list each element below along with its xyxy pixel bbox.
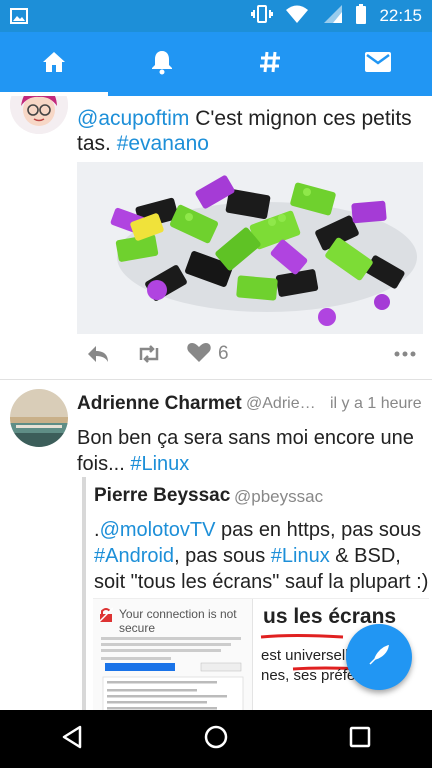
mention-link[interactable]: @acupoftim <box>77 107 189 130</box>
avatar[interactable] <box>10 389 68 447</box>
home-icon <box>41 50 67 78</box>
system-navigation-bar <box>0 710 432 768</box>
retweet-icon[interactable] <box>136 344 186 364</box>
broken-lock-icon <box>98 607 114 627</box>
tab-trends[interactable] <box>216 32 324 96</box>
quoted-tweet-text: .@molotovTV pas en https, pas sous #Andr… <box>94 519 429 593</box>
author-name[interactable]: Adrienne Charmet <box>77 393 242 415</box>
image-icon <box>10 8 28 28</box>
reply-icon[interactable] <box>86 344 136 364</box>
hashtag-link[interactable]: #evanano <box>117 132 209 155</box>
feather-icon <box>367 643 391 671</box>
tweet-text: Bon ben ça sera sans moi encore une fois… <box>77 427 414 475</box>
back-button[interactable] <box>42 710 102 768</box>
mail-icon <box>364 51 392 77</box>
recents-button[interactable] <box>330 710 390 768</box>
hashtag-link[interactable]: #Linux <box>130 453 189 475</box>
tab-notifications[interactable] <box>108 32 216 96</box>
tweet[interactable]: @acupoftim C'est mignon ces petits tas. … <box>0 96 432 376</box>
home-button[interactable] <box>186 710 246 768</box>
signal-icon <box>321 4 343 28</box>
tweet-timestamp: il y a 1 heure <box>330 395 422 412</box>
tweet-photo[interactable] <box>77 162 423 334</box>
compose-tweet-button[interactable] <box>346 624 412 690</box>
like-button[interactable]: 6 <box>186 341 229 367</box>
tweet-actions: 6 <box>86 338 416 370</box>
quoted-author-handle: @pbeyssac <box>234 487 324 506</box>
hashtag-link[interactable]: #Linux <box>271 545 330 567</box>
hashtag-icon <box>258 50 282 78</box>
battery-icon <box>355 4 367 28</box>
like-count: 6 <box>218 343 229 364</box>
wifi-icon <box>285 4 309 28</box>
more-options-icon[interactable] <box>394 351 416 357</box>
screenshot-line: est universelle <box>261 647 357 664</box>
bell-icon <box>150 49 174 79</box>
clock: 22:15 <box>379 6 422 25</box>
circle-home-icon <box>204 725 228 753</box>
back-icon <box>61 725 83 753</box>
author-handle: @Adrien… <box>246 395 324 412</box>
screenshot-browser-warning: Your connection is not secure <box>93 599 253 710</box>
square-recents-icon <box>349 726 371 752</box>
screenshot-warning-title: Your connection is not secure <box>119 607 237 635</box>
avatar[interactable] <box>10 96 68 134</box>
timeline[interactable]: @acupoftim C'est mignon ces petits tas. … <box>0 96 432 710</box>
quoted-author-name: Pierre Beyssac <box>94 485 231 506</box>
mention-link[interactable]: @molotovTV <box>100 519 216 541</box>
hashtag-link[interactable]: #Android <box>94 545 174 567</box>
main-tab-bar <box>0 32 432 96</box>
status-bar: 22:15 <box>0 0 432 32</box>
tweet-text: @acupoftim C'est mignon ces petits tas. … <box>77 107 412 155</box>
vibrate-icon <box>251 4 274 28</box>
tab-home[interactable] <box>0 32 108 96</box>
heart-icon <box>186 341 212 367</box>
tab-messages[interactable] <box>324 32 432 96</box>
